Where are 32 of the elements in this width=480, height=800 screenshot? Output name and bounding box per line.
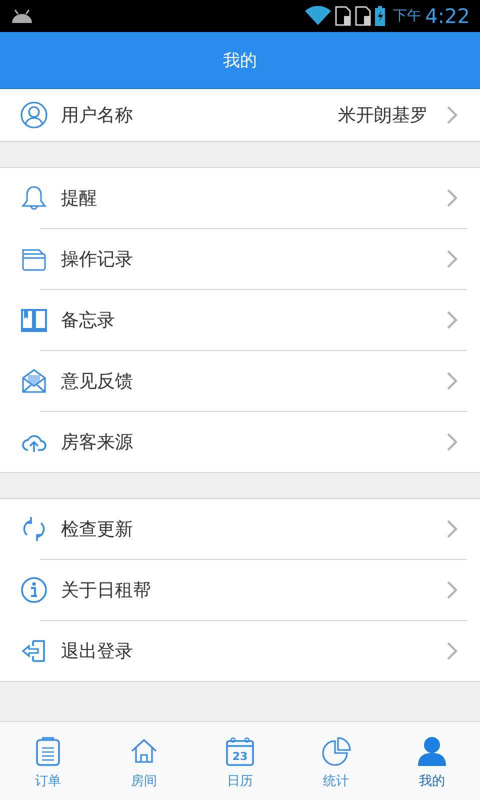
chevron-icon bbox=[446, 580, 458, 600]
book-icon bbox=[20, 306, 48, 334]
chevron-icon bbox=[446, 519, 458, 539]
chevron-icon bbox=[446, 432, 458, 452]
chevron-icon bbox=[446, 188, 458, 208]
chevron-icon bbox=[446, 310, 458, 330]
user-icon bbox=[20, 101, 48, 129]
pie-chart-icon bbox=[321, 736, 351, 766]
chevron-icon bbox=[446, 105, 458, 125]
wifi-icon bbox=[305, 6, 332, 26]
bell-icon bbox=[20, 184, 48, 212]
chevron-icon bbox=[446, 371, 458, 391]
clipboard-icon bbox=[33, 736, 63, 766]
tab[interactable]: 我的 bbox=[384, 722, 480, 800]
sim-card-icon bbox=[355, 6, 372, 26]
menu-item[interactable]: 用户名称 米开朗基罗 bbox=[0, 89, 480, 141]
calendar-icon bbox=[225, 736, 255, 766]
page-title: 我的 bbox=[223, 50, 257, 72]
logout-icon bbox=[20, 637, 48, 665]
sim-card-icon bbox=[335, 6, 352, 26]
person-icon bbox=[417, 736, 447, 766]
chevron-icon bbox=[446, 249, 458, 269]
envelope-icon bbox=[20, 367, 48, 395]
chevron-icon bbox=[446, 641, 458, 661]
house-icon bbox=[129, 736, 159, 766]
info-icon bbox=[20, 576, 48, 604]
clock-time: 4:22 bbox=[425, 4, 470, 28]
android-icon bbox=[10, 9, 34, 23]
time-period: 下午 bbox=[393, 7, 422, 25]
battery-icon bbox=[375, 6, 386, 26]
user-name-value: 米开朗基罗 bbox=[338, 104, 428, 127]
calendar-day: 23 bbox=[223, 750, 257, 763]
